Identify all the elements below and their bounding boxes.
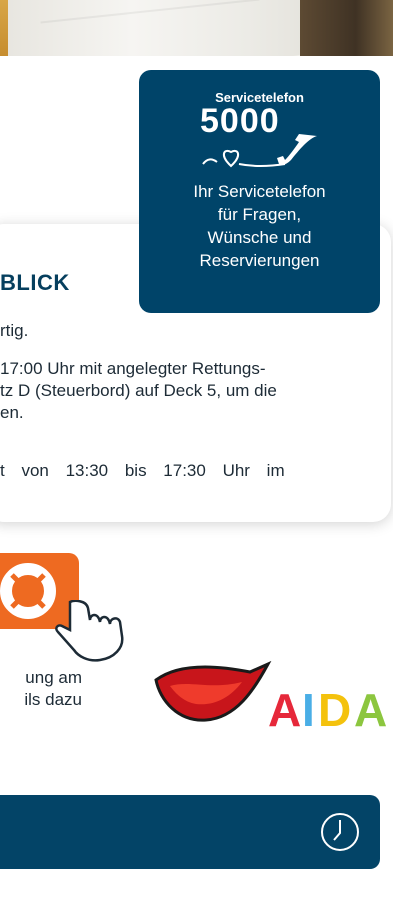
schedule-bar[interactable] [0, 795, 380, 869]
svg-text:I: I [302, 684, 315, 736]
service-description: Ihr Servicetelefon für Fragen, Wünsche u… [193, 182, 326, 270]
overview-heading: BLICK [0, 270, 70, 295]
phone-icon [202, 134, 317, 168]
service-phone-box[interactable]: Servicetelefon 5000 Ihr Servicetelefon f… [139, 70, 380, 313]
svg-text:A: A [354, 684, 387, 736]
svg-text:A: A [268, 684, 301, 736]
aida-logo: A I D A [154, 660, 387, 736]
overview-text-3: t von 13:30 bis 17:30 Uhr im [0, 461, 285, 480]
overview-text-1: rtig. [0, 321, 29, 340]
svg-text:D: D [318, 684, 351, 736]
safety-text: ung am ils dazu [24, 668, 82, 709]
pointer-hand-icon [55, 600, 124, 662]
clock-icon[interactable] [318, 810, 362, 854]
overview-text-2: 17:00 Uhr mit angelegter Rettungs- tz D … [0, 359, 277, 422]
header-photo [0, 0, 393, 56]
